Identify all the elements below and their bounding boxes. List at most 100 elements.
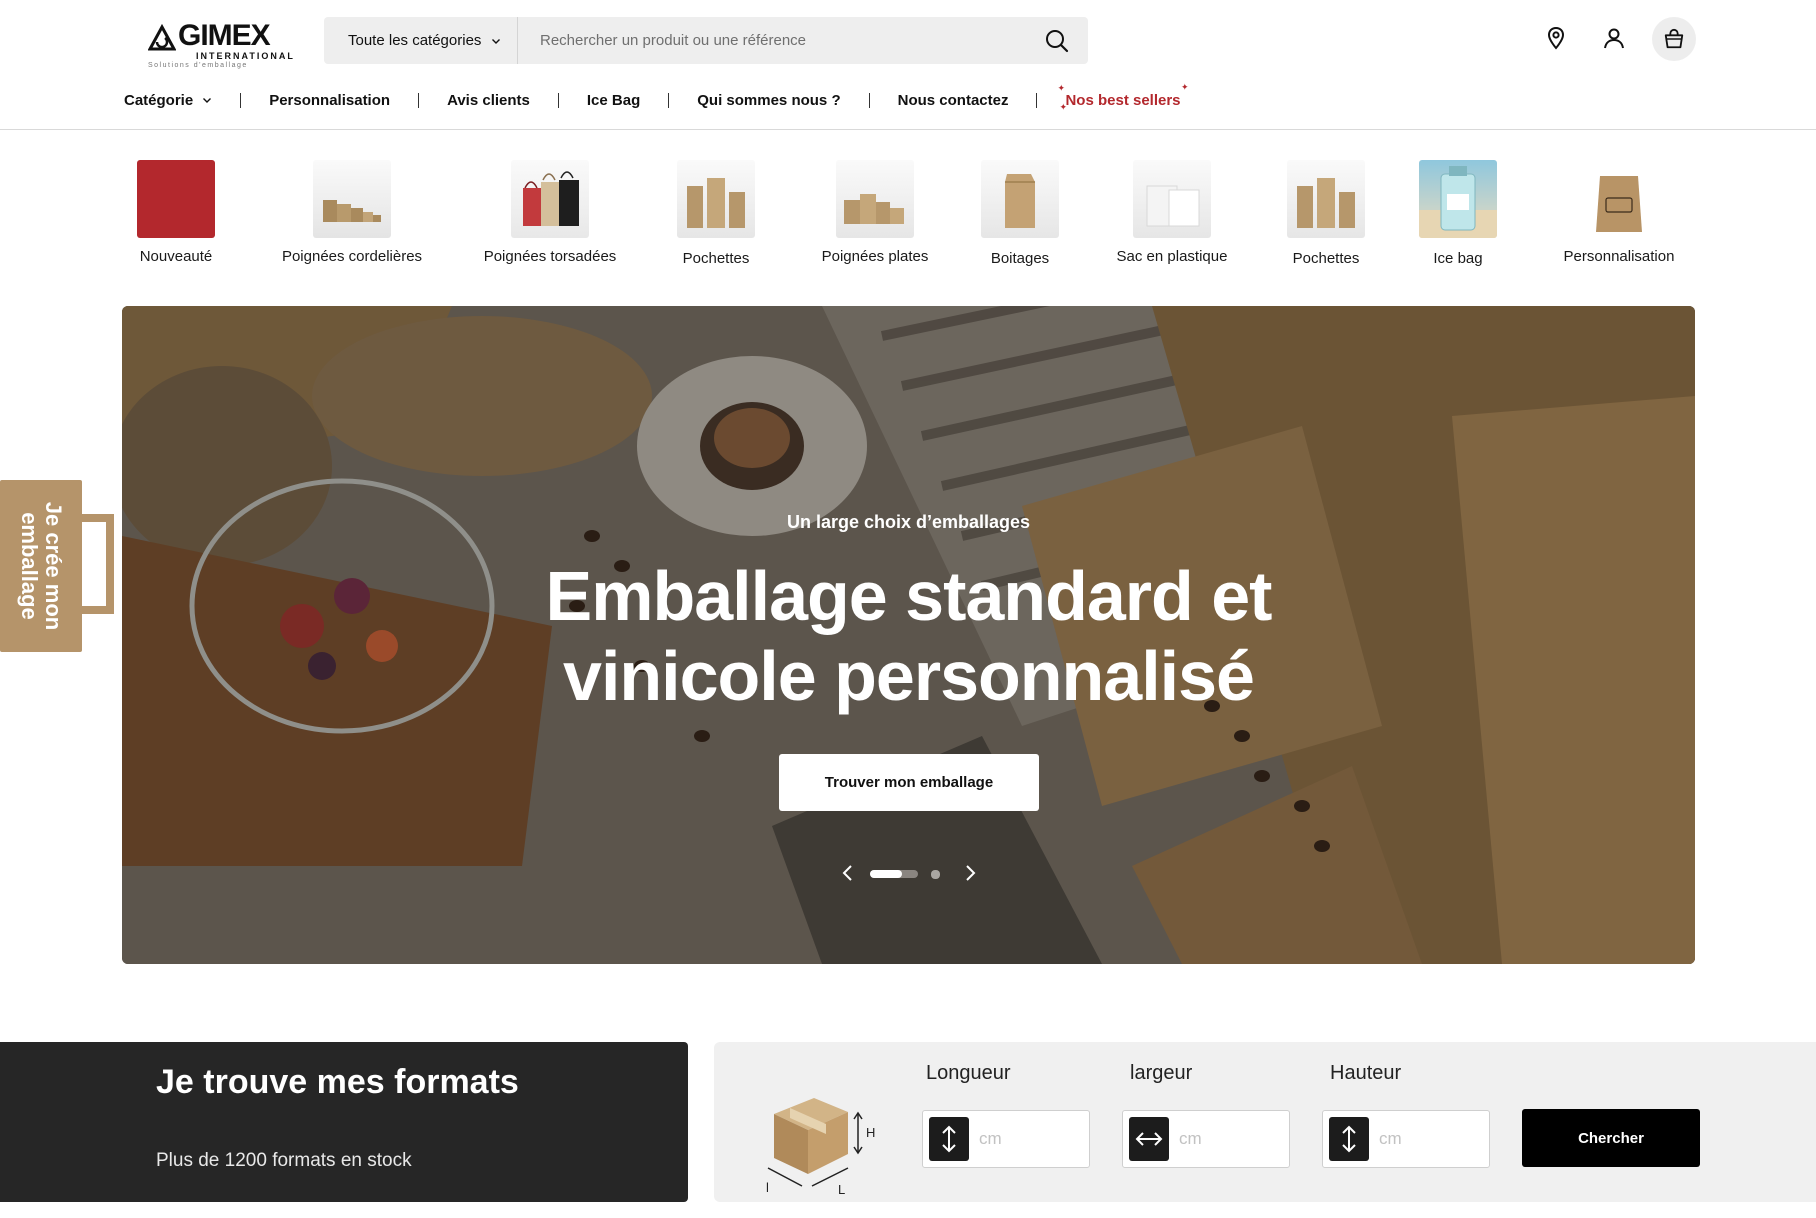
category-label: Personnalisation (1563, 248, 1675, 265)
horizontal-arrows-icon (1129, 1117, 1169, 1161)
category-thumbnail (981, 160, 1059, 238)
category-label: Ice bag (1433, 250, 1483, 267)
category-label: Pochettes (682, 250, 750, 267)
category-carousel: Nouveauté Poignées cordelières Poignées … (120, 160, 1700, 280)
nav-item-label: Ice Bag (586, 91, 641, 109)
carousel-dot-active[interactable] (870, 870, 902, 878)
hero-title-line: Emballage standard et (545, 557, 1273, 635)
location-icon (1547, 26, 1565, 50)
category-pochettes[interactable]: Pochettes (656, 160, 776, 267)
chevron-down-icon (203, 98, 212, 103)
nav-item-label: Nos best sellers (1065, 91, 1181, 109)
nav-item-categorie[interactable]: Catégorie (124, 92, 212, 109)
search-button[interactable] (1044, 28, 1070, 54)
category-label: Poignées cordelières (281, 248, 423, 265)
category-personnalisation[interactable]: Personnalisation (1534, 160, 1704, 265)
length-group: Longueur (926, 1062, 1011, 1085)
category-poignees-cordelieres[interactable]: Poignées cordelières (272, 160, 432, 265)
search-input[interactable] (518, 17, 1018, 64)
sparkle-icon: ✦ (1057, 82, 1066, 93)
search-icon (1046, 30, 1069, 53)
logo-name: GIMEX (178, 19, 271, 52)
create-packaging-line: Je crée mon (41, 501, 66, 631)
width-input[interactable] (1179, 1111, 1285, 1167)
find-packaging-button[interactable]: Trouver mon emballage (779, 754, 1039, 811)
category-label: Poignées plates (821, 248, 929, 265)
length-input[interactable] (979, 1111, 1085, 1167)
height-field (1322, 1110, 1490, 1168)
category-thumbnail (1287, 160, 1365, 238)
nav-item-nous-contactez[interactable]: Nous contactez (898, 92, 1009, 109)
length-field (922, 1110, 1090, 1168)
category-label: Boitages (990, 250, 1050, 267)
category-thumbnail (511, 160, 589, 238)
category-nouveaute[interactable]: Nouveauté (120, 160, 232, 265)
shopping-bag-icon (1664, 28, 1684, 49)
account-button[interactable] (1598, 22, 1630, 54)
nav-item-qui-sommes-nous[interactable]: Qui sommes nous ? (697, 92, 840, 109)
category-thumbnail (1133, 160, 1211, 238)
width-field (1122, 1110, 1290, 1168)
carousel-dot[interactable] (931, 870, 940, 879)
category-thumbnail (836, 160, 914, 238)
chevron-right-icon (966, 865, 976, 881)
nav-item-label: Personnalisation (269, 91, 391, 109)
category-label: Sac en plastique (1116, 248, 1228, 265)
vertical-arrows-icon (929, 1117, 969, 1161)
logo-subtitle: INTERNATIONAL (196, 51, 295, 61)
category-label: Nouveauté (139, 248, 213, 265)
height-input[interactable] (1379, 1111, 1485, 1167)
hero-banner: Un large choix d’emballages Emballage st… (122, 306, 1695, 964)
category-poignees-torsadees[interactable]: Poignées torsadées (460, 160, 640, 265)
nav-item-avis-clients[interactable]: Avis clients (447, 92, 530, 109)
gimex-logo[interactable]: GIMEX INTERNATIONAL Solutions d'emballag… (148, 19, 293, 69)
carousel-next-button[interactable] (960, 863, 980, 883)
nav-divider (868, 92, 870, 108)
width-group: largeur (1130, 1062, 1192, 1085)
format-finder-subtitle: Plus de 1200 formats en stock (156, 1150, 412, 1171)
nav-divider (418, 92, 420, 108)
format-finder-title: Je trouve mes formats (156, 1063, 519, 1101)
nav-divider (668, 92, 670, 108)
category-ice-bag[interactable]: Ice bag (1398, 160, 1518, 267)
category-thumbnail (1419, 160, 1497, 238)
logo-mark-icon (148, 24, 176, 51)
create-packaging-tab[interactable]: Je crée mon emballage (0, 480, 116, 652)
nav-item-personnalisation[interactable]: Personnalisation (269, 92, 390, 109)
nav-item-ice-bag[interactable]: Ice Bag (587, 92, 640, 109)
nav-divider (557, 92, 559, 108)
sparkle-icon: ✦ (1059, 101, 1068, 112)
category-boitages[interactable]: Boitages (960, 160, 1080, 267)
box-dimensions-icon: H l L (766, 1098, 875, 1194)
category-poignees-plates[interactable]: Poignées plates (790, 160, 960, 265)
category-select[interactable]: Toute les catégories (324, 17, 518, 64)
length-label: Longueur (926, 1062, 1011, 1084)
nav-item-label: Qui sommes nous ? (697, 91, 841, 109)
format-finder-form: H l L Longueur largeur Hauteur Chercher (714, 1042, 1816, 1202)
format-finder-intro: Je trouve mes formats Plus de 1200 forma… (0, 1042, 688, 1202)
search-formats-button[interactable]: Chercher (1522, 1109, 1700, 1167)
category-sac-en-plastique[interactable]: Sac en plastique (1092, 160, 1252, 265)
nav-item-label: Nous contactez (897, 91, 1009, 109)
user-icon (1604, 28, 1624, 49)
cart-button[interactable] (1652, 17, 1696, 61)
main-nav: Catégorie Personnalisation Avis clients … (124, 82, 1189, 112)
nav-divider (1036, 92, 1038, 108)
height-label: Hauteur (1330, 1062, 1402, 1084)
width-label: l (766, 1180, 769, 1194)
nav-item-best-sellers[interactable]: ✦ ✦ Nos best sellers ✦ (1057, 82, 1188, 112)
nav-item-label: Catégorie (124, 91, 194, 109)
category-label: Pochettes (1292, 250, 1360, 267)
hero-title-line: vinicole personnalisé (563, 637, 1255, 715)
hero-title: Emballage standard et vinicole personnal… (122, 556, 1695, 716)
logo-tagline: Solutions d'emballage (148, 62, 248, 69)
category-thumbnail (677, 160, 755, 238)
carousel-prev-button[interactable] (838, 863, 858, 883)
category-thumbnail (1580, 160, 1658, 238)
search-bar: Toute les catégories (324, 17, 1088, 64)
store-locator-button[interactable] (1540, 22, 1572, 54)
hero-kicker: Un large choix d’emballages (786, 512, 1031, 532)
category-pochettes-2[interactable]: Pochettes (1266, 160, 1386, 267)
height-group: Hauteur (1330, 1062, 1401, 1085)
create-packaging-line: emballage (17, 512, 42, 620)
